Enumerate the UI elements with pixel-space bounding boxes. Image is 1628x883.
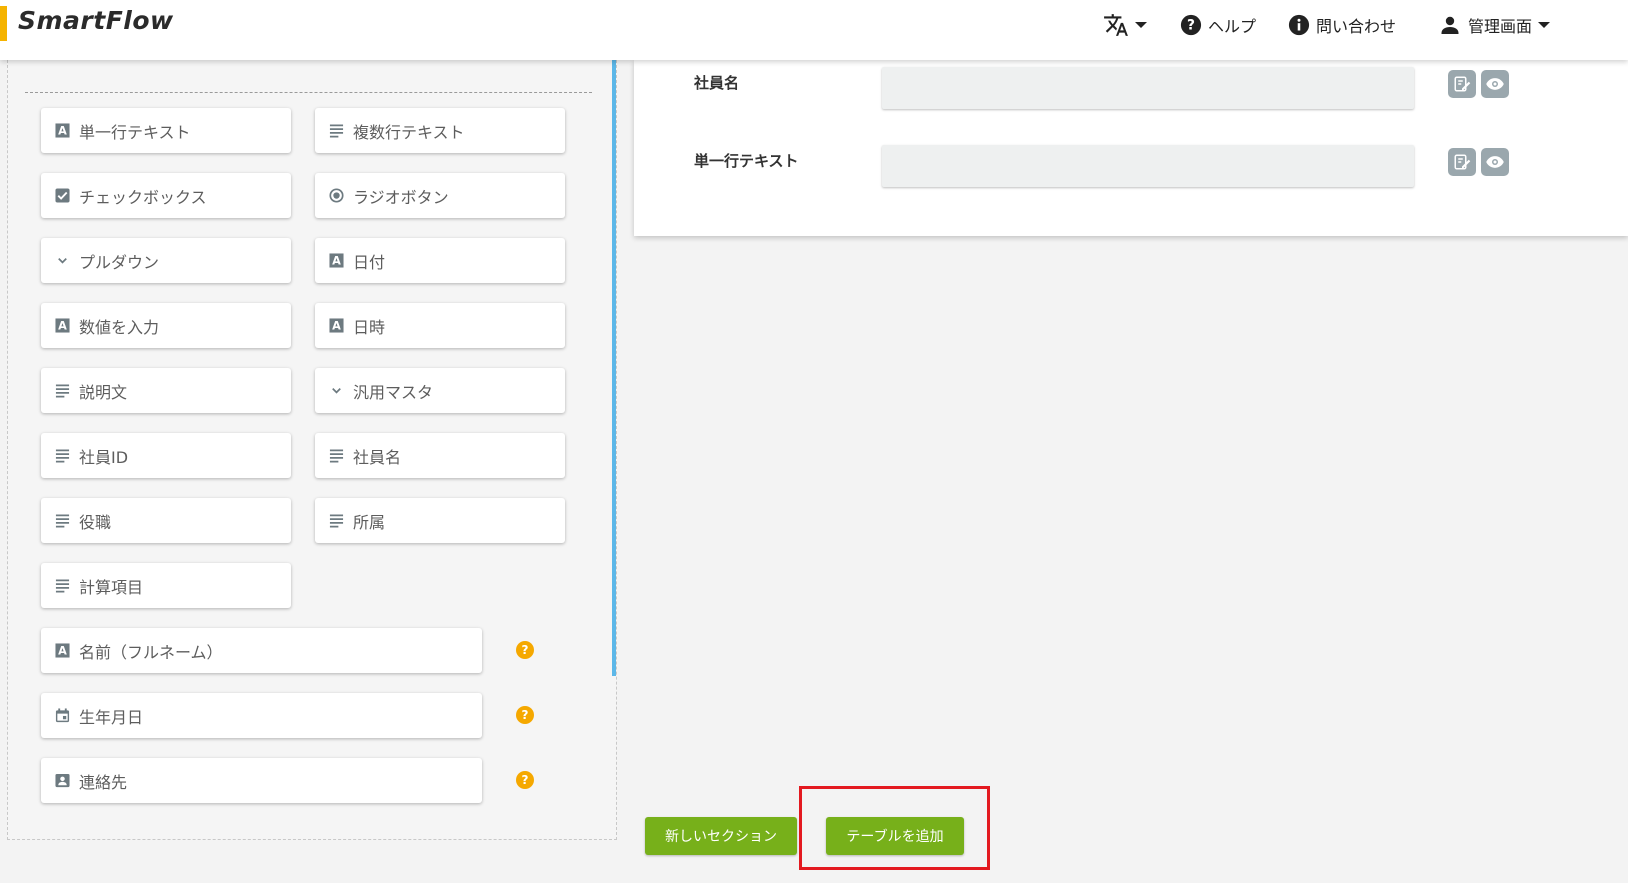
help-link[interactable]: ? ヘルプ: [1180, 12, 1256, 38]
help-question-icon[interactable]: ?: [516, 641, 534, 659]
palette-item[interactable]: 社員名: [315, 433, 565, 478]
svg-text:?: ?: [1187, 18, 1195, 34]
svg-text:A: A: [58, 645, 67, 658]
palette-item[interactable]: A 日時: [315, 303, 565, 348]
palette-item[interactable]: A 単一行テキスト: [41, 108, 291, 153]
contact-label: 問い合わせ: [1316, 17, 1397, 36]
help-question-icon[interactable]: ?: [516, 706, 534, 724]
svg-text:A: A: [58, 125, 67, 138]
svg-text:A: A: [332, 255, 341, 268]
contact-card-icon: [54, 772, 71, 789]
top-header: SmartFlow ? ヘルプ 問い合わせ 管理画面: [0, 0, 1628, 60]
lines-icon: [54, 382, 71, 399]
palette-item-label: 日時: [353, 317, 386, 337]
lines-icon: [54, 577, 71, 594]
palette-item[interactable]: 生年月日: [41, 693, 482, 738]
lines-icon: [54, 447, 71, 464]
palette-item-label: 連絡先: [79, 772, 128, 792]
palette-item-label: 日付: [353, 252, 386, 272]
radio-icon: [328, 187, 345, 204]
lines-icon: [328, 122, 345, 139]
form-row-label: 社員名: [694, 74, 740, 92]
palette-item-label: 複数行テキスト: [353, 122, 465, 142]
palette-item[interactable]: 所属: [315, 498, 565, 543]
lines-icon: [54, 512, 71, 529]
language-menu[interactable]: [1103, 12, 1147, 38]
caret-down-icon: [1135, 22, 1147, 28]
highlight-annotation: [799, 786, 990, 870]
help-question-icon[interactable]: ?: [516, 771, 534, 789]
palette-item[interactable]: 複数行テキスト: [315, 108, 565, 153]
form-section-card: 社員名 単一行テキスト: [634, 60, 1628, 236]
chevron-down-icon: [54, 252, 71, 269]
palette-item-label: 役職: [79, 512, 112, 532]
palette-item-label: 社員名: [353, 447, 402, 467]
user-icon: [1438, 13, 1462, 37]
palette-item[interactable]: 計算項目: [41, 563, 291, 608]
help-circle-icon: ?: [1180, 14, 1202, 36]
admin-label: 管理画面: [1468, 17, 1533, 36]
palette-item-label: 単一行テキスト: [79, 122, 191, 142]
info-icon: [1288, 14, 1310, 36]
preview-eye-icon[interactable]: [1481, 148, 1509, 176]
palette-item[interactable]: A 数値を入力: [41, 303, 291, 348]
palette-item-label: プルダウン: [79, 252, 160, 272]
palette-item[interactable]: 役職: [41, 498, 291, 543]
palette-divider: [25, 92, 592, 93]
text-a-icon: A: [54, 317, 71, 334]
svg-text:A: A: [332, 320, 341, 333]
text-a-icon: A: [328, 317, 345, 334]
caret-down-icon: [1538, 22, 1551, 28]
palette-item-label: 名前（フルネーム）: [79, 642, 223, 662]
lines-icon: [328, 512, 345, 529]
palette-item-label: 所属: [353, 512, 386, 532]
palette-item[interactable]: プルダウン: [41, 238, 291, 283]
single-line-text-field[interactable]: [882, 145, 1414, 187]
help-label: ヘルプ: [1208, 17, 1257, 36]
lines-icon: [328, 447, 345, 464]
logo-accent-bar: [0, 6, 7, 41]
edit-icon[interactable]: [1448, 70, 1476, 98]
text-a-icon: A: [54, 642, 71, 659]
palette-item-label: チェックボックス: [79, 187, 207, 207]
palette-item[interactable]: 社員ID: [41, 433, 291, 478]
palette-item[interactable]: チェックボックス: [41, 173, 291, 218]
app-logo[interactable]: SmartFlow: [18, 6, 174, 35]
palette-item-label: ラジオボタン: [353, 187, 449, 207]
palette-item[interactable]: 説明文: [41, 368, 291, 413]
palette-item-label: 計算項目: [79, 577, 144, 597]
palette-item[interactable]: ラジオボタン: [315, 173, 565, 218]
palette-item[interactable]: 汎用マスタ: [315, 368, 565, 413]
admin-menu[interactable]: 管理画面: [1438, 12, 1551, 38]
palette-item-label: 説明文: [79, 382, 128, 402]
translate-icon: [1103, 12, 1129, 38]
employee-name-field[interactable]: [882, 67, 1414, 109]
text-a-icon: A: [328, 252, 345, 269]
new-section-button[interactable]: 新しいセクション: [645, 817, 797, 855]
chevron-down-icon: [328, 382, 345, 399]
edit-icon[interactable]: [1448, 148, 1476, 176]
palette-item[interactable]: A 日付: [315, 238, 565, 283]
calendar-icon: [54, 707, 71, 724]
drop-zone-indicator: [612, 60, 616, 676]
text-a-icon: A: [54, 122, 71, 139]
palette-item-label: 生年月日: [79, 707, 144, 727]
checkbox-icon: [54, 187, 71, 204]
palette-item[interactable]: 連絡先: [41, 758, 482, 803]
palette-item-label: 数値を入力: [79, 317, 160, 337]
palette-item-label: 社員ID: [79, 447, 129, 467]
palette-item-label: 汎用マスタ: [353, 382, 434, 402]
svg-text:A: A: [58, 320, 67, 333]
contact-link[interactable]: 問い合わせ: [1288, 12, 1396, 38]
form-row-label: 単一行テキスト: [694, 152, 799, 170]
preview-eye-icon[interactable]: [1481, 70, 1509, 98]
palette-item[interactable]: A 名前（フルネーム）: [41, 628, 482, 673]
